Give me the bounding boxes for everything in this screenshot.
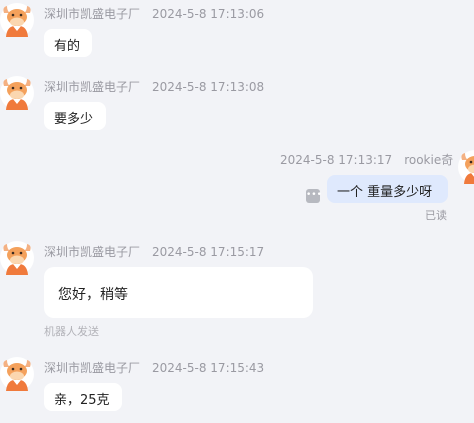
- message-text: 要多少: [54, 112, 94, 127]
- message-bubble[interactable]: 有的: [44, 29, 92, 57]
- sender-name[interactable]: 深圳市凯盛电子厂: [44, 361, 140, 375]
- cartoon-bull-avatar-icon: [0, 76, 34, 110]
- message-time: 2024-5-8 17:13:06: [152, 7, 265, 21]
- message-meta: 深圳市凯盛电子厂 2024-5-8 17:13:06: [44, 5, 264, 22]
- message-time: 2024-5-8 17:13:17: [280, 153, 393, 167]
- sender-name[interactable]: 深圳市凯盛电子厂: [44, 245, 140, 259]
- sender-name[interactable]: 深圳市凯盛电子厂: [44, 80, 140, 94]
- message-text: 一个 重量多少呀: [337, 185, 433, 200]
- read-status: 已读: [425, 209, 447, 222]
- message-meta: 深圳市凯盛电子厂 2024-5-8 17:15:17: [44, 243, 264, 260]
- message-time: 2024-5-8 17:13:08: [152, 80, 265, 94]
- message-bubble[interactable]: 您好，稍等: [44, 267, 313, 318]
- message-bubble[interactable]: 一个 重量多少呀: [327, 175, 448, 203]
- cartoon-bull-avatar-icon: [0, 3, 34, 37]
- message-time: 2024-5-8 17:15:17: [152, 245, 265, 259]
- message-text: 您好，稍等: [58, 287, 128, 303]
- message-text: 亲，25克: [54, 393, 110, 408]
- cartoon-bull-avatar-icon: [0, 357, 34, 391]
- message-bubble[interactable]: 要多少: [44, 102, 106, 130]
- bot-sent-note: 机器人发送: [44, 325, 99, 338]
- cartoon-bull-avatar-icon: [458, 150, 474, 184]
- cartoon-bull-avatar-icon: [0, 241, 34, 275]
- avatar[interactable]: [0, 241, 34, 275]
- more-options-icon[interactable]: •••: [306, 189, 322, 203]
- avatar[interactable]: [0, 357, 34, 391]
- avatar[interactable]: [458, 150, 474, 184]
- message-text: 有的: [54, 39, 81, 54]
- message-meta: 深圳市凯盛电子厂 2024-5-8 17:15:43: [44, 359, 264, 376]
- avatar[interactable]: [0, 76, 34, 110]
- message-meta: 深圳市凯盛电子厂 2024-5-8 17:13:08: [44, 78, 264, 95]
- avatar[interactable]: [0, 3, 34, 37]
- message-meta: 2024-5-8 17:13:17 rookie奇: [280, 151, 453, 168]
- message-bubble[interactable]: 亲，25克: [44, 383, 122, 411]
- sender-name[interactable]: 深圳市凯盛电子厂: [44, 7, 140, 21]
- sender-name[interactable]: rookie奇: [404, 153, 453, 167]
- message-time: 2024-5-8 17:15:43: [152, 361, 265, 375]
